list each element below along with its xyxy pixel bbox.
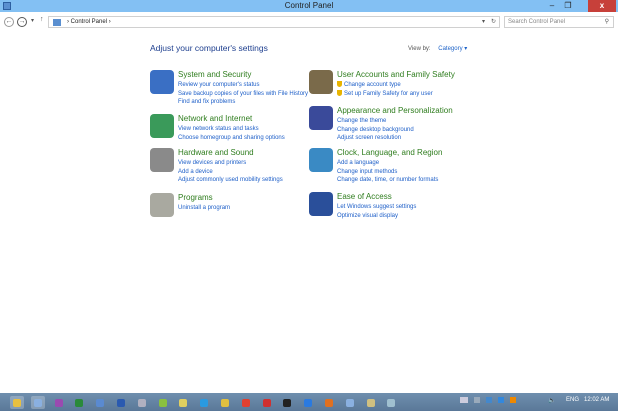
ease-of-access-icon[interactable]: [309, 192, 333, 216]
taskbar-app-gear-icon[interactable]: [135, 396, 149, 409]
close-button[interactable]: x: [588, 0, 616, 12]
category-link[interactable]: Save backup copies of your files with Fi…: [178, 90, 308, 99]
category-title[interactable]: User Accounts and Family Safety: [337, 70, 455, 79]
system-tray[interactable]: [460, 397, 540, 406]
address-dropdown-icon[interactable]: ▾: [482, 17, 485, 27]
language-indicator[interactable]: ENG: [566, 397, 579, 403]
category-link[interactable]: Adjust commonly used mobility settings: [178, 176, 283, 185]
category-title[interactable]: Programs: [178, 193, 213, 202]
taskbar-app-yellow-icon[interactable]: [176, 396, 190, 409]
taskbar-visual-studio-icon[interactable]: [52, 396, 66, 409]
category-link[interactable]: Change account type: [337, 81, 433, 90]
title-bar: Control Panel – ❐ x: [0, 0, 618, 12]
address-bar[interactable]: › Control Panel › ▾ ↻: [48, 16, 500, 28]
window-title: Control Panel: [284, 1, 334, 10]
taskbar-app-puzzle-icon[interactable]: [364, 396, 378, 409]
taskbar-vlc-icon[interactable]: [322, 396, 336, 409]
category-link[interactable]: Change input methods: [337, 168, 438, 177]
user-accounts-icon[interactable]: [309, 70, 333, 94]
forward-button[interactable]: →: [17, 17, 27, 27]
taskbar-chrome-icon[interactable]: [239, 396, 253, 409]
category-link[interactable]: Find and fix problems: [178, 98, 308, 107]
category-title[interactable]: Hardware and Sound: [178, 148, 254, 157]
taskbar-file-explorer-icon[interactable]: [10, 396, 24, 409]
breadcrumb-control-panel[interactable]: Control Panel: [71, 19, 107, 25]
clock[interactable]: 12:02 AM: [584, 397, 609, 403]
category-link[interactable]: Change date, time, or number formats: [337, 176, 438, 185]
category-title[interactable]: Clock, Language, and Region: [337, 148, 442, 157]
hardware-and-sound-icon[interactable]: [150, 148, 174, 172]
up-button[interactable]: ↑: [40, 16, 44, 23]
taskbar-app-green-icon[interactable]: [156, 396, 170, 409]
programs-icon[interactable]: [150, 193, 174, 217]
network-and-internet-icon[interactable]: [150, 114, 174, 138]
taskbar: 🔈 ENG 12:02 AM: [0, 393, 618, 411]
category-link[interactable]: View devices and printers: [178, 159, 283, 168]
search-icon[interactable]: ⚲: [605, 17, 609, 27]
search-input[interactable]: Search Control Panel ⚲: [504, 16, 614, 28]
category-link[interactable]: Choose homegroup and sharing options: [178, 134, 285, 143]
volume-icon[interactable]: 🔈: [548, 397, 555, 404]
view-by-dropdown[interactable]: Category ▾: [438, 46, 467, 52]
category-title[interactable]: Network and Internet: [178, 114, 252, 123]
taskbar-outlook-icon[interactable]: [114, 396, 128, 409]
page-title: Adjust your computer's settings: [150, 43, 268, 53]
restore-button[interactable]: ❐: [561, 0, 575, 12]
shield-icon: [337, 89, 342, 96]
category-link[interactable]: View network status and tasks: [178, 125, 285, 134]
refresh-icon[interactable]: ↻: [491, 17, 496, 27]
category-title[interactable]: Appearance and Personalization: [337, 106, 453, 115]
minimize-button[interactable]: –: [545, 0, 559, 12]
control-panel-icon: [53, 19, 61, 26]
taskbar-app-circle-icon[interactable]: [93, 396, 107, 409]
category-link[interactable]: Change the theme: [337, 117, 414, 126]
taskbar-app-red-icon[interactable]: [260, 396, 274, 409]
category-link[interactable]: Change desktop background: [337, 126, 414, 135]
navigation-bar: ← → ▾ ↑ › Control Panel › ▾ ↻ Search Con…: [0, 14, 618, 29]
taskbar-skype-icon[interactable]: [197, 396, 211, 409]
category-link[interactable]: Optimize visual display: [337, 212, 416, 221]
taskbar-python-icon[interactable]: [218, 396, 232, 409]
category-link[interactable]: Review your computer's status: [178, 81, 308, 90]
category-link[interactable]: Add a language: [337, 159, 438, 168]
system-and-security-icon[interactable]: [150, 70, 174, 94]
category-link[interactable]: Add a device: [178, 168, 283, 177]
taskbar-utorrent-icon[interactable]: [72, 396, 86, 409]
category-link[interactable]: Adjust screen resolution: [337, 134, 414, 143]
shield-icon: [337, 81, 342, 87]
view-by: View by: Category ▾: [408, 46, 468, 52]
category-title[interactable]: Ease of Access: [337, 192, 392, 201]
category-link[interactable]: Set up Family Safety for any user: [337, 89, 433, 99]
appearance-and-personalization-icon[interactable]: [309, 106, 333, 130]
category-title[interactable]: System and Security: [178, 70, 251, 79]
category-link[interactable]: Let Windows suggest settings: [337, 203, 416, 212]
taskbar-app-window-icon[interactable]: [343, 396, 357, 409]
category-link[interactable]: Uninstall a program: [178, 204, 230, 213]
recent-locations-icon[interactable]: ▾: [31, 17, 34, 24]
taskbar-terminal-icon[interactable]: [280, 396, 294, 409]
clock-language-region-icon[interactable]: [309, 148, 333, 172]
taskbar-app-tablet-icon[interactable]: [384, 396, 398, 409]
back-button[interactable]: ←: [4, 17, 14, 27]
taskbar-teamviewer-icon[interactable]: [301, 396, 315, 409]
taskbar-control-panel-icon[interactable]: [30, 396, 45, 409]
